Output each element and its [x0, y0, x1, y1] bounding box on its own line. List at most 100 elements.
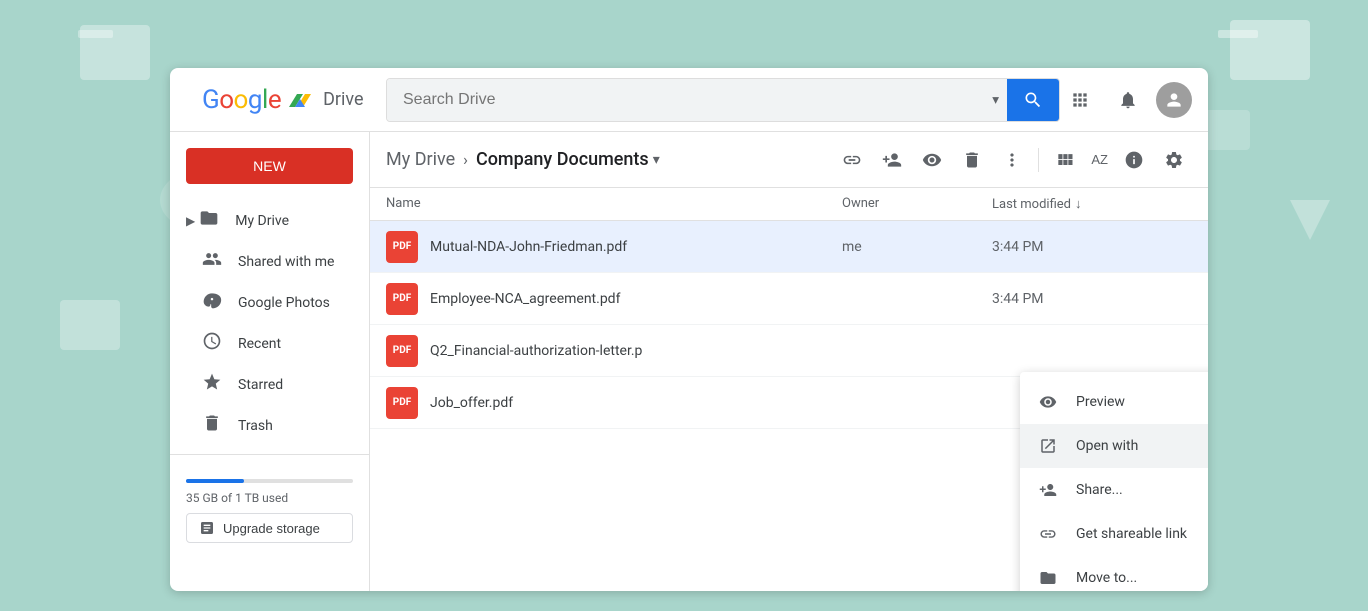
- sidebar-item-label: My Drive: [235, 213, 289, 229]
- avatar[interactable]: [1156, 82, 1192, 118]
- sidebar-item-label: Recent: [238, 336, 281, 352]
- file-owner: me: [842, 239, 992, 255]
- storage-bar: [186, 479, 353, 483]
- folder-icon: [199, 208, 219, 233]
- notifications-button[interactable]: [1108, 80, 1148, 120]
- menu-item-move-to[interactable]: Move to...: [1020, 556, 1208, 591]
- move-to-icon: [1036, 566, 1060, 590]
- file-icon: PDF: [386, 283, 418, 315]
- grid-view-button[interactable]: [1047, 142, 1083, 178]
- sidebar-item-label: Shared with me: [238, 254, 334, 270]
- apps-icon: [1070, 90, 1090, 110]
- owner-header-label: Owner: [842, 196, 879, 211]
- modified-header-label: Last modified: [992, 197, 1071, 212]
- pdf-icon: PDF: [386, 283, 418, 315]
- sort-button[interactable]: AZ: [1087, 142, 1112, 178]
- settings-button[interactable]: [1156, 142, 1192, 178]
- modified-column-header[interactable]: Last modified ↓: [992, 196, 1192, 212]
- sidebar: NEW ▶ My Drive Shared with me: [170, 132, 370, 591]
- toolbar: My Drive › Company Documents ▾: [370, 132, 1208, 188]
- divider: [1038, 148, 1039, 172]
- info-icon: [1124, 150, 1144, 170]
- sort-label: AZ: [1091, 152, 1108, 167]
- sidebar-item-my-drive[interactable]: ▶ My Drive: [170, 200, 357, 241]
- pdf-icon: PDF: [386, 387, 418, 419]
- share-menu-icon: [1036, 478, 1060, 502]
- file-modified: 3:44 PM: [992, 291, 1192, 307]
- upgrade-storage-button[interactable]: Upgrade storage: [186, 513, 353, 543]
- shared-icon: [202, 249, 222, 274]
- sidebar-item-label: Starred: [238, 377, 283, 393]
- chevron-down-icon: ▾: [992, 92, 999, 108]
- menu-item-open-with[interactable]: Open with ▶ HelloSign: [1020, 424, 1208, 468]
- context-menu: Preview Open with ▶: [1020, 372, 1208, 591]
- owner-column-header[interactable]: Owner: [842, 196, 992, 212]
- open-with-label: Open with: [1076, 438, 1138, 454]
- name-header-label: Name: [386, 196, 421, 211]
- sidebar-item-trash[interactable]: Trash: [170, 405, 357, 446]
- link-button[interactable]: [834, 142, 870, 178]
- file-list-header: Name Owner Last modified ↓: [370, 188, 1208, 221]
- link-icon: [842, 150, 862, 170]
- more-vert-icon: [1002, 150, 1022, 170]
- body-area: NEW ▶ My Drive Shared with me: [170, 132, 1208, 591]
- open-with-icon: [1036, 434, 1060, 458]
- storage-section: 35 GB of 1 TB used Upgrade storage: [170, 454, 369, 559]
- pdf-icon: PDF: [386, 335, 418, 367]
- preview-menu-icon: [1036, 390, 1060, 414]
- details-button[interactable]: [1116, 142, 1152, 178]
- preview-button[interactable]: [914, 142, 950, 178]
- delete-button[interactable]: [954, 142, 990, 178]
- table-row[interactable]: PDF Employee-NCA_agreement.pdf 3:44 PM: [370, 273, 1208, 325]
- sidebar-item-label: Google Photos: [238, 295, 330, 311]
- breadcrumb-current[interactable]: Company Documents: [476, 149, 649, 170]
- avatar-icon: [1164, 90, 1184, 110]
- delete-icon: [962, 150, 982, 170]
- file-name: Mutual-NDA-John-Friedman.pdf: [430, 239, 842, 255]
- file-modified: 3:44 PM: [992, 239, 1192, 255]
- sidebar-item-starred[interactable]: Starred: [170, 364, 357, 405]
- search-button[interactable]: [1007, 79, 1059, 121]
- file-name: Job_offer.pdf: [430, 395, 842, 411]
- google-logo: Google: [202, 85, 281, 115]
- preview-menu-label: Preview: [1076, 394, 1125, 410]
- breadcrumb-root[interactable]: My Drive: [386, 149, 455, 170]
- recent-icon: [202, 331, 222, 356]
- header: Google Drive ▾: [170, 68, 1208, 132]
- dropdown-icon[interactable]: ▾: [653, 152, 660, 168]
- apps-button[interactable]: [1060, 80, 1100, 120]
- file-name: Employee-NCA_agreement.pdf: [430, 291, 842, 307]
- sidebar-item-photos[interactable]: Google Photos: [170, 282, 357, 323]
- search-input[interactable]: [387, 79, 984, 121]
- header-actions: [1060, 80, 1192, 120]
- storage-text: 35 GB of 1 TB used: [186, 491, 353, 505]
- menu-item-share[interactable]: Share...: [1020, 468, 1208, 512]
- menu-item-preview[interactable]: Preview: [1020, 380, 1208, 424]
- breadcrumb-separator: ›: [463, 150, 468, 169]
- photos-icon: [202, 290, 222, 315]
- pdf-icon: PDF: [386, 231, 418, 263]
- sidebar-item-label: Trash: [238, 418, 273, 434]
- sidebar-item-recent[interactable]: Recent: [170, 323, 357, 364]
- storage-fill: [186, 479, 244, 483]
- menu-item-get-link[interactable]: Get shareable link: [1020, 512, 1208, 556]
- file-icon: PDF: [386, 387, 418, 419]
- share-button[interactable]: [874, 142, 910, 178]
- trash-icon: [202, 413, 222, 438]
- search-bar: ▾: [386, 78, 1060, 122]
- eye-icon: [922, 150, 942, 170]
- file-icon: PDF: [386, 231, 418, 263]
- table-row[interactable]: PDF Mutual-NDA-John-Friedman.pdf me 3:44…: [370, 221, 1208, 273]
- expand-arrow-icon: ▶: [186, 214, 195, 228]
- drive-label: Drive: [323, 89, 363, 110]
- new-button[interactable]: NEW: [186, 148, 353, 184]
- sidebar-item-shared[interactable]: Shared with me: [170, 241, 357, 282]
- file-name: Q2_Financial-authorization-letter.p: [430, 343, 842, 359]
- search-icon: [1023, 90, 1043, 110]
- search-dropdown-button[interactable]: ▾: [984, 79, 1007, 121]
- table-row[interactable]: PDF Q2_Financial-authorization-letter.p: [370, 325, 1208, 377]
- name-column-header[interactable]: Name: [386, 196, 842, 212]
- star-icon: [202, 372, 222, 397]
- breadcrumb: My Drive › Company Documents ▾: [386, 149, 834, 170]
- more-button[interactable]: [994, 142, 1030, 178]
